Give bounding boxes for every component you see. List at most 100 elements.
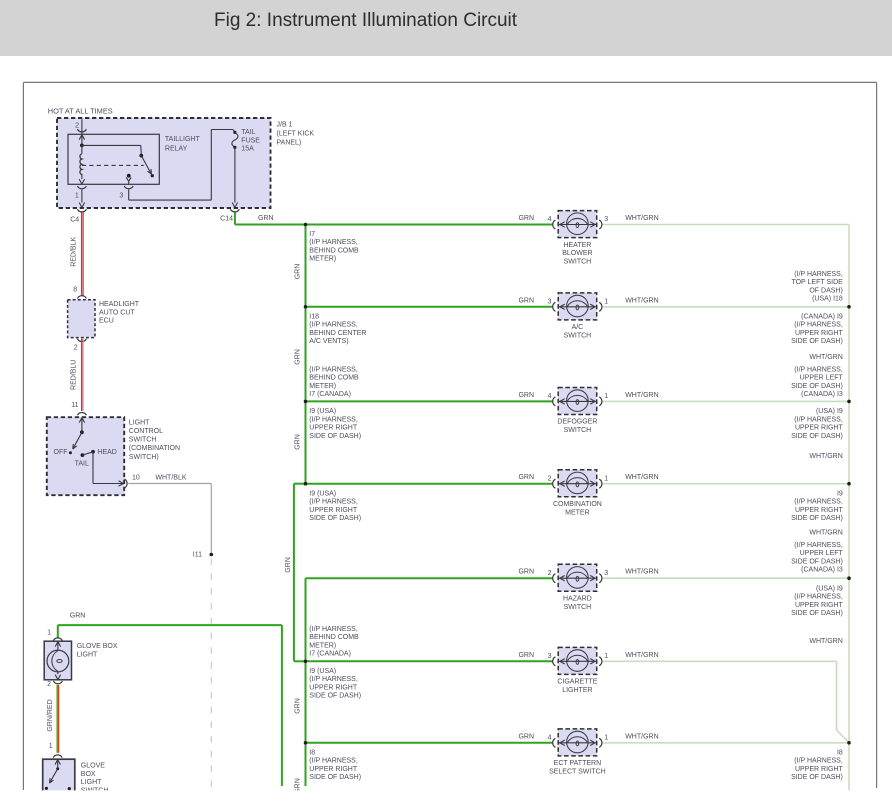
svg-text:SWITCH: SWITCH [564, 604, 592, 611]
svg-text:UPPER LEFT: UPPER LEFT [800, 550, 844, 557]
svg-text:1: 1 [604, 475, 608, 482]
svg-text:I7 (CANADA): I7 (CANADA) [309, 391, 351, 398]
svg-text:A/C: A/C [572, 324, 584, 331]
svg-text:SIDE OF DASH): SIDE OF DASH) [309, 693, 361, 700]
svg-text:3: 3 [548, 653, 552, 660]
svg-text:(USA) I9: (USA) I9 [816, 585, 843, 592]
svg-text:GRN: GRN [518, 392, 534, 399]
svg-text:GRN: GRN [294, 264, 301, 280]
svg-text:SIDE OF DASH): SIDE OF DASH) [791, 774, 843, 781]
svg-text:UPPER RIGHT: UPPER RIGHT [795, 602, 844, 609]
svg-text:LIGHT: LIGHT [77, 651, 98, 658]
svg-text:1: 1 [604, 298, 608, 305]
svg-text:SIDE OF DASH): SIDE OF DASH) [791, 558, 843, 565]
svg-text:WHT/GRN: WHT/GRN [809, 529, 842, 536]
svg-text:SWITCH: SWITCH [564, 332, 592, 339]
svg-text:DEFOGGER: DEFOGGER [557, 419, 597, 426]
svg-text:BOX: BOX [81, 771, 96, 778]
svg-text:(I/P HARNESS,: (I/P HARNESS, [794, 416, 843, 423]
svg-text:J/B 1: J/B 1 [277, 122, 293, 129]
svg-text:WHT/GRN: WHT/GRN [809, 638, 842, 645]
svg-text:SIDE OF DASH): SIDE OF DASH) [309, 515, 361, 522]
svg-text:UPPER RIGHT: UPPER RIGHT [795, 507, 844, 514]
svg-text:3: 3 [119, 193, 123, 200]
svg-text:1: 1 [604, 734, 608, 741]
svg-text:8: 8 [73, 287, 77, 294]
svg-text:GRN: GRN [294, 698, 301, 714]
svg-text:2: 2 [75, 123, 79, 130]
svg-text:1: 1 [604, 393, 608, 400]
svg-text:1: 1 [75, 193, 79, 200]
svg-text:WHT/BLK: WHT/BLK [155, 474, 186, 481]
svg-text:3: 3 [548, 298, 552, 305]
svg-text:TOP LEFT SIDE: TOP LEFT SIDE [791, 279, 843, 286]
svg-text:GLOVE BOX: GLOVE BOX [77, 643, 118, 650]
svg-text:METER): METER) [309, 256, 336, 263]
svg-text:GRN: GRN [518, 652, 534, 659]
svg-text:11: 11 [71, 402, 78, 409]
svg-text:SIDE OF DASH): SIDE OF DASH) [309, 774, 361, 781]
svg-text:WHT/GRN: WHT/GRN [809, 354, 842, 361]
svg-text:PANEL): PANEL) [277, 139, 302, 146]
svg-text:UPPER RIGHT: UPPER RIGHT [309, 425, 358, 432]
svg-text:(CANADA) I3: (CANADA) I3 [801, 391, 843, 398]
svg-text:GRN: GRN [285, 557, 292, 573]
svg-text:HEATER: HEATER [563, 242, 591, 249]
svg-text:2: 2 [548, 570, 552, 577]
svg-text:UPPER LEFT: UPPER LEFT [800, 375, 844, 382]
svg-text:OFF: OFF [54, 449, 68, 456]
svg-text:WHT/GRN: WHT/GRN [625, 733, 658, 740]
svg-text:I7: I7 [309, 231, 315, 238]
svg-text:COMBINATION: COMBINATION [553, 501, 602, 508]
svg-text:(USA) I9: (USA) I9 [816, 408, 843, 415]
svg-text:(USA) I18: (USA) I18 [812, 296, 843, 303]
svg-text:(COMBINATION: (COMBINATION [129, 445, 180, 452]
svg-text:I8: I8 [837, 749, 843, 756]
svg-text:(I/P HARNESS,: (I/P HARNESS, [794, 366, 843, 373]
svg-text:GRN: GRN [518, 474, 534, 481]
svg-text:(I/P HARNESS,: (I/P HARNESS, [309, 676, 358, 683]
svg-text:HOT AT ALL TIMES: HOT AT ALL TIMES [48, 106, 113, 115]
svg-text:RED/BLU: RED/BLU [70, 360, 77, 390]
svg-text:4: 4 [548, 393, 552, 400]
svg-text:I9 (USA): I9 (USA) [309, 490, 336, 497]
svg-text:1: 1 [47, 630, 51, 637]
svg-text:10: 10 [132, 474, 140, 481]
svg-text:SWITCH: SWITCH [129, 437, 157, 444]
svg-text:TAILLIGHT: TAILLIGHT [165, 136, 201, 143]
svg-text:(LEFT KICK: (LEFT KICK [277, 130, 315, 137]
svg-text:(I/P HARNESS,: (I/P HARNESS, [794, 758, 843, 765]
svg-text:TAIL: TAIL [241, 129, 255, 136]
svg-text:UPPER RIGHT: UPPER RIGHT [795, 330, 844, 337]
svg-text:HAZARD: HAZARD [563, 596, 592, 603]
svg-text:BEHIND COMB: BEHIND COMB [309, 634, 359, 641]
svg-text:SWITCH: SWITCH [564, 258, 592, 265]
svg-text:GRN: GRN [70, 613, 86, 620]
svg-text:LIGHT: LIGHT [129, 419, 150, 426]
svg-text:2: 2 [74, 345, 78, 352]
svg-text:HEAD: HEAD [97, 449, 116, 456]
svg-text:(I/P HARNESS,: (I/P HARNESS, [309, 416, 358, 423]
svg-text:RED/BLK: RED/BLK [70, 236, 77, 266]
svg-text:ECU: ECU [99, 318, 114, 325]
svg-text:OF DASH): OF DASH) [809, 287, 842, 294]
svg-text:A/C VENTS): A/C VENTS) [309, 338, 348, 345]
svg-text:SIDE OF DASH): SIDE OF DASH) [309, 433, 361, 440]
svg-text:SELECT SWITCH: SELECT SWITCH [549, 768, 606, 775]
svg-text:BEHIND COMB: BEHIND COMB [309, 375, 359, 382]
svg-text:HEADLIGHT: HEADLIGHT [99, 301, 140, 308]
svg-text:FUSE: FUSE [241, 137, 260, 144]
svg-text:(CANADA) I3: (CANADA) I3 [801, 567, 843, 574]
svg-text:(I/P HARNESS,: (I/P HARNESS, [794, 322, 843, 329]
svg-text:GRN/RED: GRN/RED [47, 699, 54, 731]
svg-text:GRN: GRN [518, 733, 534, 740]
svg-text:METER): METER) [309, 642, 336, 649]
svg-text:3: 3 [604, 570, 608, 577]
svg-text:I18: I18 [309, 313, 319, 320]
svg-text:I9: I9 [837, 490, 843, 497]
svg-text:3: 3 [604, 216, 608, 223]
svg-text:SIDE OF DASH): SIDE OF DASH) [791, 433, 843, 440]
svg-text:GRN: GRN [294, 349, 301, 365]
svg-text:SWITCH: SWITCH [564, 427, 592, 434]
svg-text:LIGHT: LIGHT [81, 779, 102, 786]
